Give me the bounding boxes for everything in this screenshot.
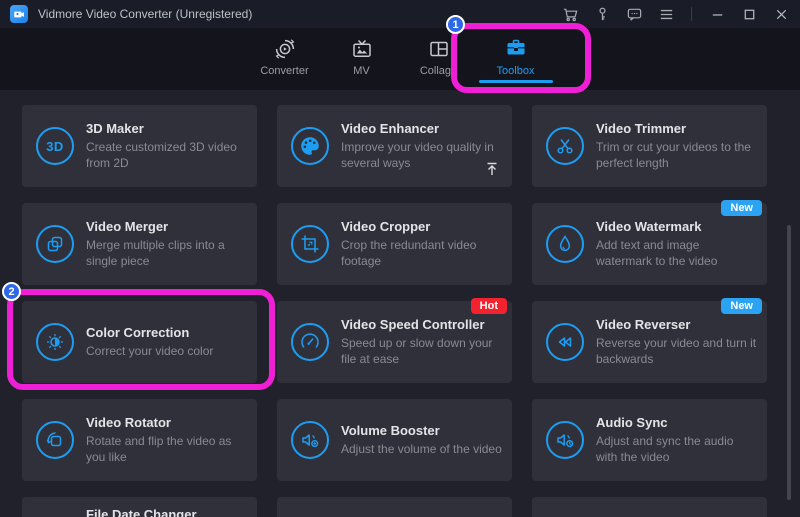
tool-desc: Create customized 3D video from 2D: [86, 139, 247, 171]
tool-card-volume-booster[interactable]: Volume Booster Adjust the volume of the …: [277, 399, 512, 481]
converter-icon: [274, 37, 296, 61]
tool-desc: Trim or cut your videos to the perfect l…: [596, 139, 757, 171]
new-badge: New: [721, 298, 762, 314]
tool-title: File Date Changer: [86, 507, 247, 517]
tool-card-video-speed-controller[interactable]: Video Speed Controller Speed up or slow …: [277, 301, 512, 383]
rotate-icon: [36, 421, 74, 459]
tab-toolbox-label: Toolbox: [497, 65, 535, 77]
maximize-icon[interactable]: [740, 5, 758, 23]
tab-collage-label: Collage: [420, 65, 457, 77]
tool-card-video-enhancer[interactable]: Video Enhancer Improve your video qualit…: [277, 105, 512, 187]
tool-title: Audio Sync: [596, 415, 757, 430]
scroll-top-icon[interactable]: [484, 161, 500, 182]
tool-desc: Correct your video color: [86, 343, 247, 359]
close-icon[interactable]: [772, 5, 790, 23]
toolbox-icon: [504, 37, 528, 61]
audio-sync-icon: [546, 421, 584, 459]
tool-title: Volume Booster: [341, 423, 502, 438]
tool-desc: Reverse your video and turn it backwards: [596, 335, 757, 367]
tool-desc: Speed up or slow down your file at ease: [341, 335, 502, 367]
tab-mv[interactable]: MV: [323, 28, 400, 90]
volume-plus-icon: [291, 421, 329, 459]
tool-title: Video Enhancer: [341, 121, 502, 136]
titlebar-separator: [691, 7, 692, 21]
tool-card-file-date-changer[interactable]: File Date Changer: [22, 497, 257, 517]
tool-desc: Rotate and flip the video as you like: [86, 433, 247, 465]
tool-desc: Adjust and sync the audio with the video: [596, 433, 757, 465]
window-title: Vidmore Video Converter (Unregistered): [38, 7, 561, 21]
tool-desc: Add text and image watermark to the vide…: [596, 237, 757, 269]
tool-desc: Improve your video quality in several wa…: [341, 139, 502, 171]
hot-badge: Hot: [471, 298, 507, 314]
scissors-icon: [546, 127, 584, 165]
tool-title: Video Rotator: [86, 415, 247, 430]
cart-icon[interactable]: [561, 5, 579, 23]
tool-title: Video Trimmer: [596, 121, 757, 136]
tool-card-video-merger[interactable]: Video Merger Merge multiple clips into a…: [22, 203, 257, 285]
new-badge: New: [721, 200, 762, 216]
tool-desc: Crop the redundant video footage: [341, 237, 502, 269]
tool-title: Color Correction: [86, 325, 247, 340]
3d-maker-icon: 3D: [36, 127, 74, 165]
tab-mv-label: MV: [353, 65, 370, 77]
droplet-icon: [546, 225, 584, 263]
tool-card-color-correction[interactable]: Color Correction Correct your video colo…: [22, 301, 257, 383]
minimize-icon[interactable]: [708, 5, 726, 23]
tool-title: 3D Maker: [86, 121, 247, 136]
tool-desc: Adjust the volume of the video: [341, 441, 502, 457]
tool-card-video-watermark[interactable]: Video Watermark Add text and image water…: [532, 203, 767, 285]
merge-icon: [36, 225, 74, 263]
tool-card-video-trimmer[interactable]: Video Trimmer Trim or cut your videos to…: [532, 105, 767, 187]
tool-card-video-rotator[interactable]: Video Rotator Rotate and flip the video …: [22, 399, 257, 481]
toolbox-panel: 3D 3D Maker Create customized 3D video f…: [0, 90, 800, 517]
tool-card-video-reverser[interactable]: Video Reverser Reverse your video and tu…: [532, 301, 767, 383]
tool-card-3d-maker[interactable]: 3D 3D Maker Create customized 3D video f…: [22, 105, 257, 187]
tab-converter[interactable]: Converter: [246, 28, 323, 90]
tab-converter-label: Converter: [260, 65, 308, 77]
title-bar: Vidmore Video Converter (Unregistered): [0, 0, 800, 28]
app-logo-icon: [10, 5, 28, 23]
menu-icon[interactable]: [657, 5, 675, 23]
tool-card-video-cropper[interactable]: Video Cropper Crop the redundant video f…: [277, 203, 512, 285]
vertical-scrollbar[interactable]: [787, 225, 791, 500]
tool-title: Video Merger: [86, 219, 247, 234]
tool-title: Video Speed Controller: [341, 317, 502, 332]
main-nav: Converter MV Collage Toolbox: [0, 28, 800, 90]
tab-collage[interactable]: Collage: [400, 28, 477, 90]
active-tab-underline: [479, 80, 553, 83]
tool-desc: Merge multiple clips into a single piece: [86, 237, 247, 269]
tool-title: Video Cropper: [341, 219, 502, 234]
tool-grid: 3D 3D Maker Create customized 3D video f…: [0, 90, 800, 517]
color-correction-icon: [36, 323, 74, 361]
tool-card-partial[interactable]: [532, 497, 767, 517]
key-icon[interactable]: [593, 5, 611, 23]
feedback-icon[interactable]: [625, 5, 643, 23]
tool-title: Video Reverser: [596, 317, 757, 332]
mv-icon: [351, 37, 373, 61]
tool-card-audio-sync[interactable]: Audio Sync Adjust and sync the audio wit…: [532, 399, 767, 481]
crop-icon: [291, 225, 329, 263]
palette-icon: [291, 127, 329, 165]
collage-icon: [428, 37, 450, 61]
speedometer-icon: [291, 323, 329, 361]
tool-title: Video Watermark: [596, 219, 757, 234]
tab-toolbox[interactable]: Toolbox: [477, 28, 554, 90]
rewind-icon: [546, 323, 584, 361]
tool-card-partial[interactable]: [277, 497, 512, 517]
